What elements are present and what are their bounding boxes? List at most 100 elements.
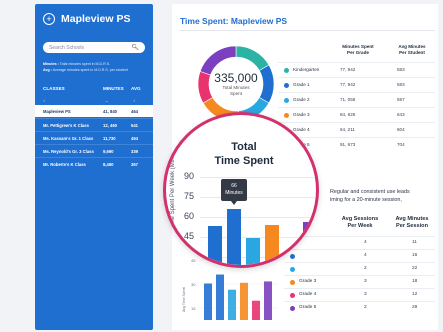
avg-minutes-per-session: 18 [412, 279, 418, 284]
grade-name: Grade 4 [293, 127, 310, 132]
mini-bar [216, 274, 224, 320]
legend-minutes-key: Minutes [43, 62, 57, 66]
header-sessions-line1: Avg Sessions [341, 216, 379, 222]
metric-legend: Minutes • Total minutes spent in M.D.R.S… [43, 61, 128, 73]
class-minutes: 11,730 [103, 136, 116, 141]
avg-sessions-per-week: 3 [364, 279, 367, 284]
grade-avg-minutes: 604 [397, 127, 405, 132]
session-row[interactable]: Grade 5 2 28 [284, 301, 435, 314]
grade-minutes: 77, 942 [340, 82, 356, 87]
avg-sessions-per-week: 4 [364, 240, 367, 245]
mini-chart-ylabel: Avg Time Spent [182, 287, 186, 312]
grade-color-dot [284, 83, 289, 88]
class-name: Mr. Pettigrew's K Class [43, 123, 89, 128]
sort-icon-classes[interactable]: ↕ [43, 98, 45, 103]
column-header-minutes[interactable]: MINUTES [103, 86, 124, 91]
grade-name: Grade 3 [293, 112, 310, 117]
note-line1: Regular and consistent use leads [330, 189, 410, 195]
y-tick-label: 75 [183, 191, 194, 201]
grade-avg-minutes: 583 [397, 67, 405, 72]
grade-row[interactable]: Grade 3 84, 626 643 [278, 107, 435, 122]
class-avg: 367 [131, 162, 138, 167]
tooltip-value: 66 [231, 183, 237, 189]
column-header-avg-minutes-session: Avg Minutes Per Session [386, 216, 438, 230]
grade-row[interactable]: Grade 1 77, 942 583 [278, 77, 435, 92]
session-color-dot [290, 280, 295, 285]
bar-grade-5[interactable] [303, 222, 316, 265]
avg-sessions-per-week: 2 [364, 305, 367, 310]
header-session-minutes-line2: Per Session [395, 223, 429, 229]
class-row[interactable]: Mr. Pettigrew's K Class 12, 460 541 [35, 118, 153, 130]
header-avg-line2: Per Student [399, 50, 425, 55]
class-avg: 339 [131, 149, 138, 154]
usage-note: Regular and consistent use leads iming f… [330, 188, 434, 204]
avg-minutes-per-session: 28 [412, 305, 418, 310]
grade-avg-minutes: 597 [397, 97, 405, 102]
avg-minutes-per-session: 22 [412, 266, 418, 271]
sort-icon-avg[interactable]: ↕ [133, 98, 135, 103]
bar-grade-2[interactable] [246, 238, 260, 265]
bar-tooltip: 66 Minutes [221, 179, 247, 205]
class-avg: 464 [131, 109, 138, 114]
mini-tick-15: 15 [191, 306, 196, 311]
class-row[interactable]: Ms. Kassam's Gr. 1 Class 11,730 494 [35, 131, 153, 143]
class-row[interactable]: Mr. Roberts's K Class 8,460 367 [35, 157, 153, 169]
bar-grade-1[interactable] [227, 209, 241, 265]
header-sessions-line2: Per Week [347, 223, 373, 229]
session-row[interactable]: Grade 4 3 12 [284, 288, 435, 301]
mini-bar [228, 289, 236, 320]
grade-color-dot [284, 113, 289, 118]
session-grade-name: Grade 4 [299, 292, 317, 297]
column-header-classes[interactable]: CLASSES [43, 86, 65, 91]
bar-kindergarten[interactable] [208, 226, 222, 265]
session-color-dot [290, 306, 295, 311]
header-session-minutes-line1: Avg Minutes [395, 216, 429, 222]
grade-name: Grade 2 [293, 97, 310, 102]
note-line2: iming for a 20-minute session, [330, 197, 402, 203]
grade-avg-minutes: 643 [397, 112, 405, 117]
y-tick-label: 60 [183, 211, 194, 221]
grade-minutes: 71, 058 [340, 97, 356, 102]
grade-row[interactable]: Grade 4 64, 211 604 [278, 122, 435, 137]
grade-color-dot [284, 68, 289, 73]
grade-minutes: 84, 626 [340, 112, 356, 117]
bar-grade-3[interactable] [265, 225, 279, 265]
session-row[interactable]: Grade 3 3 18 [284, 275, 435, 288]
grade-minutes: 77, 942 [340, 67, 356, 72]
mini-bars [204, 274, 272, 320]
class-row[interactable]: Ms. Reynold's Gr. 3 Class 9,690 339 [35, 144, 153, 156]
legend-avg-text: • Average minutes spent in M.D.R.S. per … [49, 68, 128, 72]
grade-minutes: 64, 211 [340, 127, 355, 132]
grade-name: Grade 1 [293, 82, 310, 87]
grade-avg-minutes: 583 [397, 82, 405, 87]
legend-avg-key: Avg [43, 68, 50, 72]
avg-sessions-per-week: 2 [364, 266, 367, 271]
grade-row[interactable]: Grade 2 71, 058 597 [278, 92, 435, 107]
avg-minutes-per-session: 12 [412, 292, 418, 297]
mini-bar [252, 300, 260, 320]
class-minutes: 8,460 [103, 162, 114, 167]
legend-minutes-text: • Total minutes spent in M.D.R.S. [56, 62, 111, 66]
y-tick-label: 45 [183, 231, 194, 241]
avg-sessions-per-week: 4 [364, 253, 367, 258]
search-icon[interactable]: 🔍︎ [131, 44, 139, 51]
avg-minutes-per-session: 16 [412, 253, 418, 258]
class-avg: 541 [131, 123, 138, 128]
search-placeholder: Search Schools [49, 44, 85, 51]
add-circle-icon[interactable]: + [43, 13, 55, 25]
class-avg: 494 [131, 136, 138, 141]
mini-tick-30: 30 [191, 282, 196, 287]
y-tick-label: 30 [183, 251, 194, 261]
class-row[interactable]: Mapleview PS 41, 840 464 [35, 105, 153, 117]
grade-name: Kindergarten [293, 67, 320, 72]
donut-label-line2: Spent [229, 91, 242, 96]
y-grid-line [200, 177, 316, 178]
grade-row[interactable]: Kindergarten 77, 942 583 [278, 62, 435, 77]
sort-icon-minutes[interactable]: ⌄ [105, 98, 108, 103]
grade-color-dot [284, 98, 289, 103]
y-tick-label: 90 [183, 171, 194, 181]
search-input[interactable]: Search Schools 🔍︎ [43, 42, 145, 53]
class-minutes: 41, 840 [103, 109, 117, 114]
column-header-avg[interactable]: AVG [131, 86, 141, 91]
mini-bar [204, 283, 212, 320]
